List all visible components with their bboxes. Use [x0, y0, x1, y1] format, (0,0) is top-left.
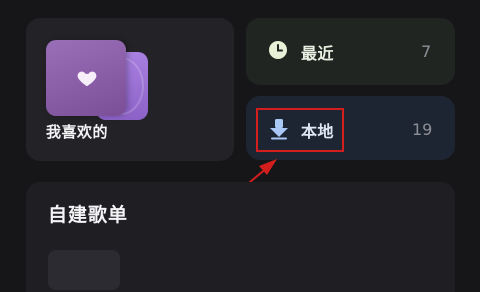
favorites-label: 我喜欢的 — [46, 123, 109, 141]
local-count: 19 — [412, 120, 433, 139]
recent-label: 最近 — [301, 44, 335, 63]
recent-count: 7 — [421, 42, 432, 61]
highlight-box — [256, 108, 344, 152]
playlist-thumbnail[interactable] — [48, 250, 120, 290]
heart-icon — [77, 71, 97, 87]
playlists-title: 自建歌单 — [48, 204, 129, 226]
clock-icon — [269, 41, 287, 59]
